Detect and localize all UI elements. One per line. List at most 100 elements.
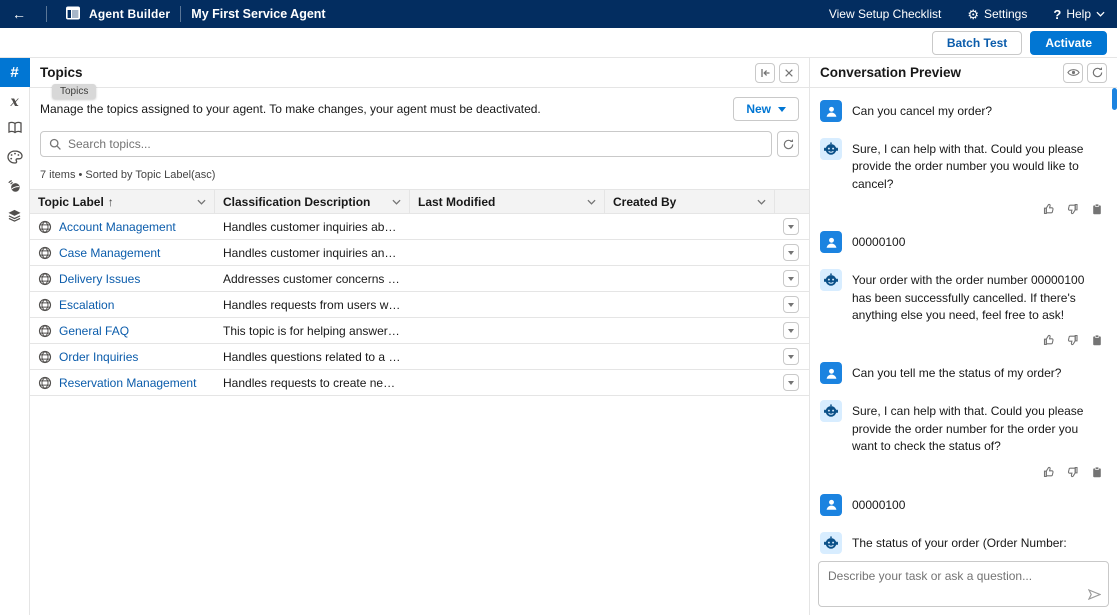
- chat-input-box: [818, 561, 1109, 607]
- top-bar: ← Agent Builder My First Service Agent V…: [0, 0, 1117, 28]
- restart-conversation-button[interactable]: [1087, 63, 1107, 83]
- gear-icon: ⚙: [967, 8, 979, 21]
- row-actions-button[interactable]: [783, 374, 799, 391]
- user-avatar-icon: [824, 104, 839, 119]
- feedback-bar: [820, 203, 1103, 215]
- table-row[interactable]: Order InquiriesHandles questions related…: [30, 344, 809, 370]
- row-actions-button[interactable]: [783, 244, 799, 261]
- thumbs-up-button[interactable]: [1043, 334, 1055, 346]
- thumbs-down-button[interactable]: [1067, 466, 1079, 478]
- table-row[interactable]: Account ManagementHandles customer inqui…: [30, 214, 809, 240]
- row-actions-button[interactable]: [783, 296, 799, 313]
- topic-label-cell: Order Inquiries: [30, 350, 215, 364]
- message-text: 00000100: [852, 231, 1105, 253]
- agent-builder-chip[interactable]: Agent Builder: [65, 5, 170, 24]
- message-agent: The status of your order (Order Number: …: [820, 532, 1105, 555]
- close-panel-button[interactable]: [779, 63, 799, 83]
- topic-link[interactable]: Account Management: [59, 220, 176, 234]
- collapse-panel-button[interactable]: [755, 63, 775, 83]
- batch-test-button[interactable]: Batch Test: [932, 31, 1022, 55]
- topic-link[interactable]: Order Inquiries: [59, 350, 138, 364]
- topic-link[interactable]: Delivery Issues: [59, 272, 140, 286]
- message-text: Sure, I can help with that. Could you pl…: [852, 400, 1105, 455]
- table-row[interactable]: General FAQThis topic is for helping ans…: [30, 318, 809, 344]
- feedback-bar: [820, 334, 1103, 346]
- table-header-row: Topic Label↑Classification DescriptionLa…: [30, 189, 809, 214]
- eye-icon: [1067, 67, 1080, 78]
- chevron-down-icon: [788, 225, 794, 229]
- chevron-down-icon: [788, 329, 794, 333]
- table-row[interactable]: Delivery IssuesAddresses customer concer…: [30, 266, 809, 292]
- view-setup-checklist-link[interactable]: View Setup Checklist: [829, 7, 942, 21]
- thumbs-up-icon: [1043, 466, 1055, 478]
- row-actions-button[interactable]: [783, 322, 799, 339]
- topic-link[interactable]: Escalation: [59, 298, 114, 312]
- thumbs-up-button[interactable]: [1043, 466, 1055, 478]
- sidebar-item-topics[interactable]: #: [0, 58, 30, 87]
- topic-link[interactable]: General FAQ: [59, 324, 129, 338]
- message-agent: Sure, I can help with that. Could you pl…: [820, 400, 1105, 455]
- topics-search-box[interactable]: [40, 131, 772, 157]
- sidebar-item-channels[interactable]: [0, 174, 30, 203]
- sidebar-item-theme[interactable]: [0, 145, 30, 174]
- agent-bot-icon: [823, 535, 839, 551]
- topic-link[interactable]: Reservation Management: [59, 376, 196, 390]
- settings-menu[interactable]: ⚙ Settings: [967, 7, 1027, 21]
- user-avatar-icon: [824, 235, 839, 250]
- copy-button[interactable]: [1091, 334, 1103, 346]
- message-user: 00000100: [820, 231, 1105, 253]
- thumbs-down-button[interactable]: [1067, 334, 1079, 346]
- chat-input[interactable]: [819, 562, 1108, 606]
- conversation-header: Conversation Preview: [810, 58, 1117, 88]
- refresh-list-button[interactable]: [777, 131, 799, 157]
- help-menu[interactable]: ? Help: [1053, 7, 1105, 22]
- new-topic-button[interactable]: New: [733, 97, 799, 121]
- back-arrow-icon[interactable]: ←: [12, 6, 36, 22]
- row-actions-button[interactable]: [783, 270, 799, 287]
- table-row[interactable]: Reservation ManagementHandles requests t…: [30, 370, 809, 396]
- chevron-down-icon: [788, 277, 794, 281]
- topic-globe-icon: [38, 220, 52, 234]
- topic-globe-icon: [38, 298, 52, 312]
- row-actions-cell: [775, 218, 809, 235]
- topics-table: Topic Label↑Classification DescriptionLa…: [30, 189, 809, 396]
- message-agent: Your order with the order number 0000010…: [820, 269, 1105, 324]
- sidebar-item-versions[interactable]: [0, 203, 30, 232]
- thumbs-down-button[interactable]: [1067, 203, 1079, 215]
- topic-label-cell: General FAQ: [30, 324, 215, 338]
- copy-button[interactable]: [1091, 466, 1103, 478]
- action-toolbar: Batch Test Activate: [0, 28, 1117, 58]
- agent-title: My First Service Agent: [191, 7, 325, 21]
- topic-label-cell: Escalation: [30, 298, 215, 312]
- table-row[interactable]: Case ManagementHandles customer inquirie…: [30, 240, 809, 266]
- message-text: The status of your order (Order Number: …: [852, 532, 1105, 555]
- message-text: 00000100: [852, 494, 1105, 516]
- column-header-last-modified[interactable]: Last Modified: [410, 190, 605, 213]
- topics-title: Topics: [40, 65, 83, 80]
- topics-panel-header: Topics: [30, 58, 809, 88]
- scrollbar-thumb[interactable]: [1112, 88, 1117, 110]
- column-header-created-by[interactable]: Created By: [605, 190, 775, 213]
- column-header-classification-description[interactable]: Classification Description: [215, 190, 410, 213]
- activate-button[interactable]: Activate: [1030, 31, 1107, 55]
- sidebar-item-knowledge[interactable]: [0, 116, 30, 145]
- sidebar-item-variables[interactable]: x: [0, 87, 30, 116]
- row-actions-button[interactable]: [783, 348, 799, 365]
- chevron-down-icon: [778, 107, 786, 112]
- agent-avatar: [820, 138, 842, 160]
- copy-button[interactable]: [1091, 203, 1103, 215]
- message-user: Can you tell me the status of my order?: [820, 362, 1105, 384]
- row-actions-button[interactable]: [783, 218, 799, 235]
- message-line: The status of your order (Order Number: …: [852, 535, 1105, 555]
- send-icon[interactable]: [1088, 589, 1101, 600]
- table-row[interactable]: EscalationHandles requests from users wh…: [30, 292, 809, 318]
- preview-visibility-button[interactable]: [1063, 63, 1083, 83]
- message-text: Sure, I can help with that. Could you pl…: [852, 138, 1105, 193]
- thumbs-up-button[interactable]: [1043, 203, 1055, 215]
- topic-link[interactable]: Case Management: [59, 246, 160, 260]
- column-header-topic-label[interactable]: Topic Label↑: [30, 190, 215, 213]
- messages-area[interactable]: Can you cancel my order?Sure, I can help…: [810, 88, 1117, 555]
- help-label: Help: [1066, 7, 1091, 21]
- topic-label-cell: Reservation Management: [30, 376, 215, 390]
- search-topics-input[interactable]: [68, 137, 763, 151]
